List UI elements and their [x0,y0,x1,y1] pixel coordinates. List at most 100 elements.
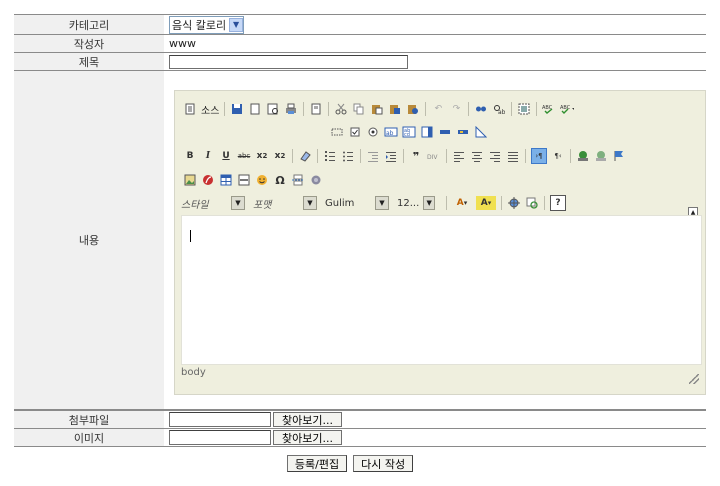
select-all-icon[interactable] [517,102,531,116]
smiley-icon[interactable] [255,173,269,187]
align-left-icon[interactable] [452,149,466,163]
redo-icon[interactable]: ↷ [449,102,463,116]
templates-icon[interactable] [309,102,323,116]
ltr-icon[interactable]: ›¶ [531,148,547,164]
superscript-icon[interactable]: x2 [273,149,287,163]
subject-input[interactable] [169,54,408,69]
source-icon[interactable] [183,102,197,116]
chevron-down-icon[interactable]: ▼ [423,196,435,210]
about-icon[interactable]: ? [550,195,566,211]
div-icon[interactable]: DIV [427,149,441,163]
pagebreak-icon[interactable] [291,173,305,187]
print-icon[interactable] [284,102,298,116]
subject-row: 제목 [14,53,706,71]
text-color-icon[interactable]: A ▾ [452,196,472,210]
image-browse-button[interactable]: 찾아보기... [273,430,342,445]
cut-icon[interactable] [334,102,348,116]
category-row: 카테고리 음식 칼로리 ▼ [14,14,706,35]
font-combo[interactable]: Gulim ▼ [325,196,389,211]
submit-button[interactable]: 등록/편집 [286,455,348,472]
attachment-file-input[interactable] [169,412,271,427]
align-center-icon[interactable] [470,149,484,163]
bg-color-icon[interactable]: A ▾ [476,196,496,210]
hr-icon[interactable] [237,173,251,187]
format-combo[interactable]: 포맷 ▼ [253,196,317,211]
preview-icon[interactable] [266,102,280,116]
copy-icon[interactable] [352,102,366,116]
textfield-icon[interactable]: ab [384,125,398,139]
element-path[interactable]: body [181,367,206,378]
toolbar-row-2: ab ab cd [328,123,490,141]
undo-icon[interactable]: ↶ [431,102,445,116]
text-caret [190,230,191,242]
radio-icon[interactable] [366,125,380,139]
hiddenfield-icon[interactable] [474,125,488,139]
svg-text:ab: ab [498,109,505,115]
iframe-icon[interactable] [309,173,323,187]
replace-icon[interactable]: ab [492,102,506,116]
form-actions: 등록/편집 다시 작성 [0,455,720,472]
category-select[interactable]: 음식 칼로리 ▼ [169,15,245,34]
unordered-list-icon[interactable] [341,149,355,163]
rtl-icon[interactable]: ¶‹ [551,149,565,163]
special-char-icon[interactable]: Ω [273,173,287,187]
style-combo[interactable]: 스타일 ▼ [181,196,245,211]
rich-text-editor: 소스 ↶ ↷ ab ABC ABC ab ab cd B I U abc x 2… [174,90,706,395]
imagebutton-icon[interactable] [456,125,470,139]
outdent-icon[interactable] [366,149,380,163]
toolbar-row-3: B I U abc x2 x2 ❞ DIV ›¶ ¶‹ [181,147,628,165]
chevron-down-icon[interactable]: ▼ [303,196,317,210]
spellcheck-dropdown-icon[interactable]: ABC [560,102,575,116]
flash-icon[interactable] [201,173,215,187]
attachment-browse-button[interactable]: 찾아보기... [273,412,342,427]
blockquote-icon[interactable]: ❞ [409,149,423,163]
italic-icon[interactable]: I [201,149,215,163]
align-right-icon[interactable] [488,149,502,163]
select-icon[interactable] [420,125,434,139]
editor-content-area[interactable] [181,215,702,365]
spellcheck-icon[interactable]: ABC [542,102,556,116]
attachment-label: 첨부파일 [14,411,164,428]
bold-icon[interactable]: B [183,149,197,163]
image-file-input[interactable] [169,430,271,445]
author-row: 작성자 www [14,35,706,53]
remove-format-icon[interactable] [298,149,312,163]
resize-grip-icon[interactable] [689,374,699,384]
subject-label: 제목 [14,53,164,70]
strike-icon[interactable]: abc [237,149,251,163]
chevron-down-icon[interactable]: ▼ [231,196,245,210]
svg-text:DIV: DIV [427,154,438,161]
new-page-icon[interactable] [248,102,262,116]
source-label[interactable]: 소스 [201,102,219,117]
anchor-icon[interactable] [612,149,626,163]
show-blocks-icon[interactable] [525,196,539,210]
maximize-icon[interactable] [507,196,521,210]
size-combo[interactable]: 12... ▼ [397,196,435,211]
form-icon[interactable] [330,125,344,139]
chevron-down-icon[interactable]: ▼ [229,17,244,32]
save-icon[interactable] [230,102,244,116]
table-icon[interactable] [219,173,233,187]
justify-icon[interactable] [506,149,520,163]
rewrite-button[interactable]: 다시 작성 [353,455,414,472]
chevron-down-icon[interactable]: ▼ [375,196,389,210]
image-row: 이미지 찾아보기... [14,429,706,447]
textarea-icon[interactable]: ab cd [402,125,416,139]
attachment-row: 첨부파일 찾아보기... [14,410,706,429]
link-icon[interactable] [576,149,590,163]
button-icon[interactable] [438,125,452,139]
unlink-icon[interactable] [594,149,608,163]
subscript-icon[interactable]: x2 [255,149,269,163]
paste-word-icon[interactable] [406,102,420,116]
indent-icon[interactable] [384,149,398,163]
svg-text:ABC: ABC [560,105,571,111]
checkbox-icon[interactable] [348,125,362,139]
paste-icon[interactable] [370,102,384,116]
underline-icon[interactable]: U [219,149,233,163]
ordered-list-icon[interactable] [323,149,337,163]
author-value: www [169,37,196,50]
image-icon[interactable] [183,173,197,187]
paste-text-icon[interactable] [388,102,402,116]
find-icon[interactable] [474,102,488,116]
category-selected-value: 음식 칼로리 [172,18,227,32]
